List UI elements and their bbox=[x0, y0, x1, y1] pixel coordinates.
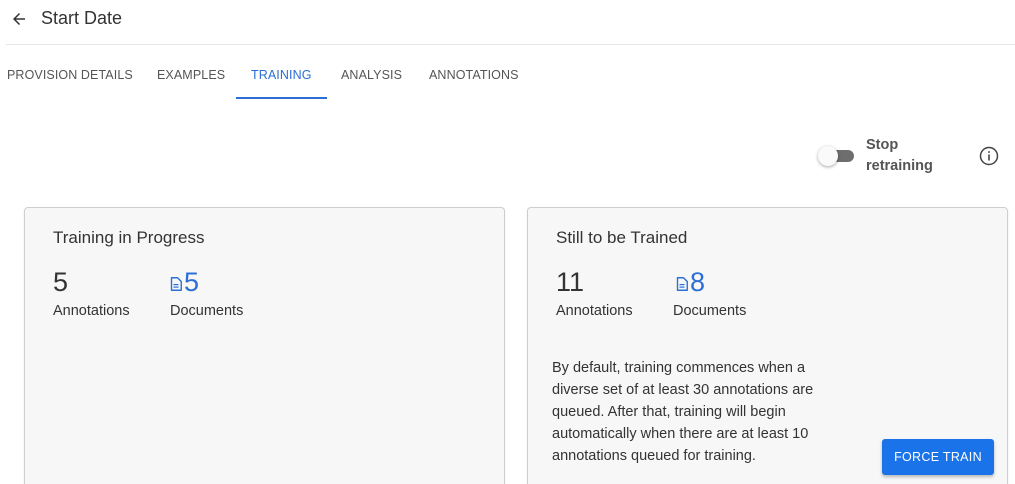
back-button[interactable] bbox=[6, 6, 32, 32]
documents-count: 8 bbox=[690, 267, 706, 297]
info-button[interactable] bbox=[978, 145, 1000, 167]
still-to-be-trained-card: Still to be Trained 11 8 Annotations Doc… bbox=[527, 207, 1008, 484]
tab-annotations[interactable]: ANNOTATIONS bbox=[429, 68, 519, 82]
tab-analysis[interactable]: ANALYSIS bbox=[341, 68, 402, 82]
arrow-left-icon bbox=[13, 13, 25, 25]
training-description: By default, training commences when a di… bbox=[552, 360, 814, 464]
force-train-button[interactable]: FORCE TRAIN bbox=[882, 439, 994, 475]
card-title: Training in Progress bbox=[53, 228, 205, 247]
document-icon bbox=[170, 277, 182, 291]
tab-examples[interactable]: EXAMPLES bbox=[157, 68, 225, 82]
documents-label: Documents bbox=[170, 303, 244, 319]
annotations-count: 5 bbox=[53, 267, 69, 297]
info-circle-icon bbox=[979, 146, 999, 166]
documents-count-link[interactable]: 5 bbox=[170, 266, 199, 298]
document-icon bbox=[676, 277, 688, 291]
annotations-label: Annotations bbox=[53, 303, 130, 319]
training-in-progress-card: Training in Progress 5 5 Annotations Doc… bbox=[24, 207, 505, 484]
tab-provision-details[interactable]: PROVISION DETAILS bbox=[7, 68, 133, 82]
toggle-knob bbox=[818, 146, 838, 166]
page-header: Start Date bbox=[0, 0, 1015, 44]
header-divider bbox=[6, 44, 1015, 45]
active-tab-indicator bbox=[236, 97, 327, 99]
annotations-count: 11 bbox=[556, 267, 585, 297]
tab-training[interactable]: TRAINING bbox=[251, 68, 312, 82]
card-title: Still to be Trained bbox=[556, 228, 688, 247]
annotations-label: Annotations bbox=[556, 303, 633, 319]
stop-retraining-toggle[interactable] bbox=[818, 146, 858, 166]
documents-label: Documents bbox=[673, 303, 747, 319]
stop-retraining-label: Stop retraining bbox=[866, 137, 933, 174]
documents-count-link[interactable]: 8 bbox=[676, 266, 705, 298]
page-title: Start Date bbox=[41, 8, 123, 28]
documents-count: 5 bbox=[184, 267, 200, 297]
